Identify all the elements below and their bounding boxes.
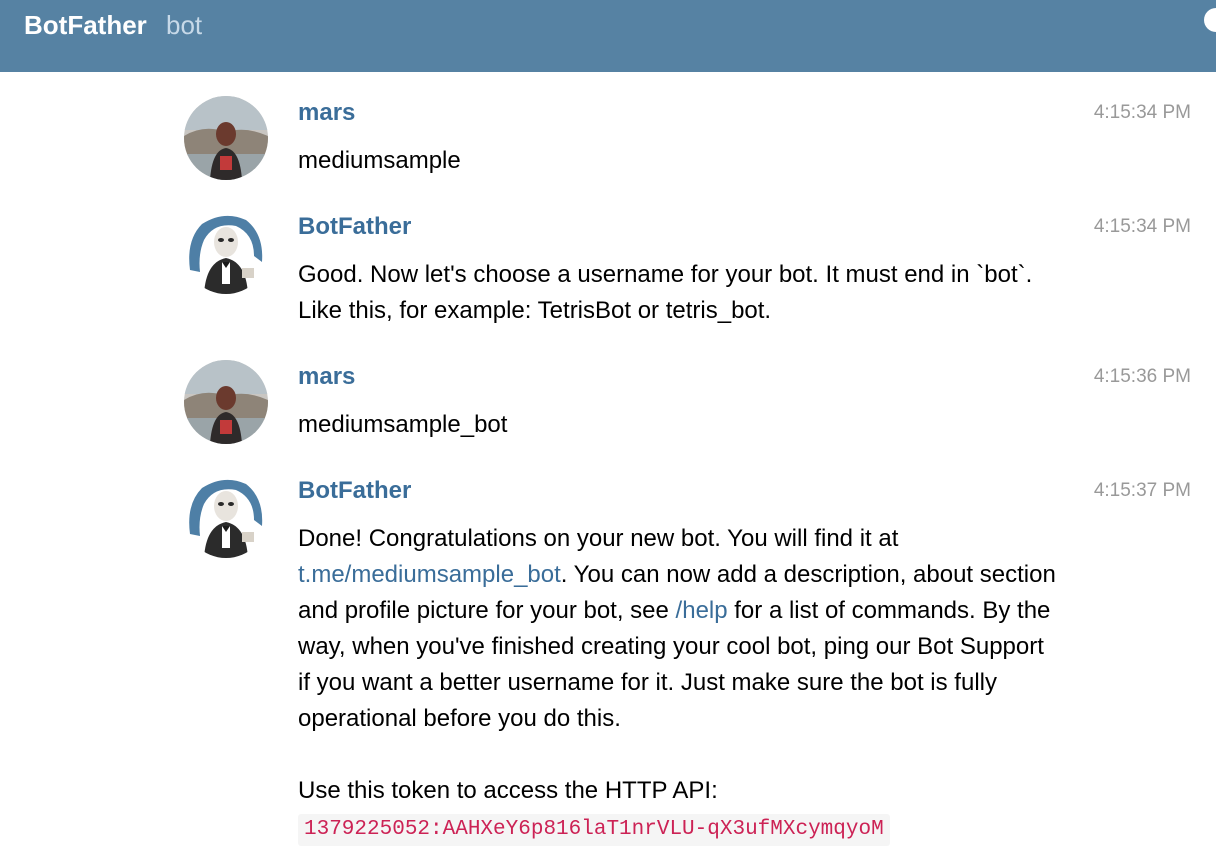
message-time: 4:15:36 PM [1093, 366, 1191, 387]
user-avatar-icon[interactable] [184, 360, 268, 444]
message-text: Done! Congratulations on your new bot. Y… [298, 521, 1058, 846]
message-text: mediumsample [298, 147, 461, 174]
message-text-segment: Done! Congratulations on your new bot. Y… [298, 525, 899, 552]
api-token-code[interactable]: 1379225052:AAHXeY6p816laT1nrVLU-qX3ufMXc… [298, 814, 890, 846]
message-author[interactable]: BotFather [298, 477, 411, 505]
message-author[interactable]: BotFather [298, 213, 411, 241]
user-avatar-icon[interactable] [184, 96, 268, 180]
chat-header: BotFather bot [0, 0, 1216, 72]
message-author[interactable]: mars [298, 363, 355, 391]
token-intro-text: Use this token to access the HTTP API: [298, 777, 718, 804]
message-text: Good. Now let's choose a username for yo… [298, 261, 1033, 324]
chat-subtitle: bot [166, 10, 203, 40]
header-corner-shape [1204, 8, 1216, 32]
message-time: 4:15:34 PM [1093, 216, 1191, 237]
message-time: 4:15:34 PM [1093, 102, 1191, 123]
message-text: mediumsample_bot [298, 411, 508, 438]
help-command-link[interactable]: /help [676, 597, 728, 624]
message-time: 4:15:37 PM [1093, 480, 1191, 501]
botfather-avatar-icon[interactable] [184, 210, 268, 294]
chat-title[interactable]: BotFather [24, 10, 147, 41]
botfather-avatar-icon[interactable] [184, 474, 268, 558]
bot-link[interactable]: t.me/mediumsample_bot [298, 561, 561, 588]
message-author[interactable]: mars [298, 99, 355, 127]
